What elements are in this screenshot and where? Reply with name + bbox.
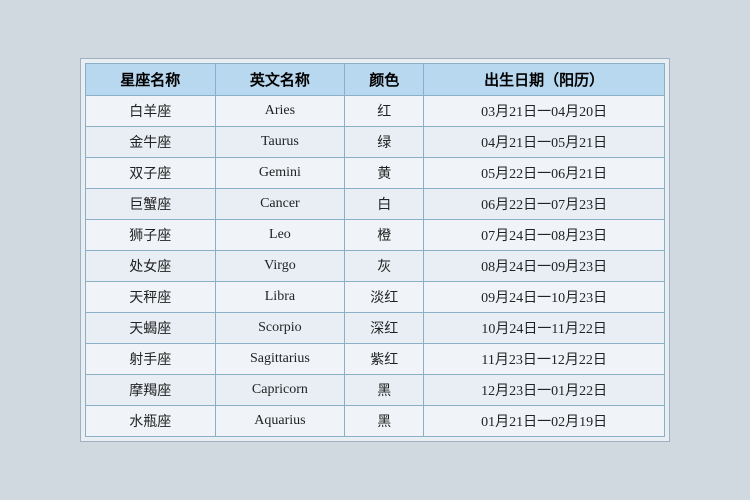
table-row: 射手座Sagittarius紫红11月23日一12月22日: [86, 344, 665, 375]
cell-5-0: 处女座: [86, 251, 216, 282]
table-row: 狮子座Leo橙07月24日一08月23日: [86, 220, 665, 251]
table-header-row: 星座名称英文名称颜色出生日期（阳历）: [86, 64, 665, 96]
cell-2-0: 双子座: [86, 158, 216, 189]
cell-1-0: 金牛座: [86, 127, 216, 158]
cell-8-3: 11月23日一12月22日: [424, 344, 665, 375]
cell-0-2: 红: [345, 96, 424, 127]
cell-3-2: 白: [345, 189, 424, 220]
cell-10-3: 01月21日一02月19日: [424, 406, 665, 437]
col-header-1: 英文名称: [215, 64, 345, 96]
cell-2-2: 黄: [345, 158, 424, 189]
cell-7-0: 天蝎座: [86, 313, 216, 344]
cell-10-1: Aquarius: [215, 406, 345, 437]
table-row: 水瓶座Aquarius黑01月21日一02月19日: [86, 406, 665, 437]
col-header-0: 星座名称: [86, 64, 216, 96]
cell-3-3: 06月22日一07月23日: [424, 189, 665, 220]
table-row: 金牛座Taurus绿04月21日一05月21日: [86, 127, 665, 158]
cell-4-0: 狮子座: [86, 220, 216, 251]
cell-9-0: 摩羯座: [86, 375, 216, 406]
cell-5-1: Virgo: [215, 251, 345, 282]
cell-2-1: Gemini: [215, 158, 345, 189]
cell-6-2: 淡红: [345, 282, 424, 313]
table-row: 白羊座Aries红03月21日一04月20日: [86, 96, 665, 127]
cell-6-3: 09月24日一10月23日: [424, 282, 665, 313]
cell-10-0: 水瓶座: [86, 406, 216, 437]
table-row: 天蝎座Scorpio深红10月24日一11月22日: [86, 313, 665, 344]
cell-2-3: 05月22日一06月21日: [424, 158, 665, 189]
cell-10-2: 黑: [345, 406, 424, 437]
cell-5-3: 08月24日一09月23日: [424, 251, 665, 282]
table-row: 天秤座Libra淡红09月24日一10月23日: [86, 282, 665, 313]
cell-1-1: Taurus: [215, 127, 345, 158]
cell-1-3: 04月21日一05月21日: [424, 127, 665, 158]
cell-4-1: Leo: [215, 220, 345, 251]
cell-8-1: Sagittarius: [215, 344, 345, 375]
cell-9-2: 黑: [345, 375, 424, 406]
cell-6-0: 天秤座: [86, 282, 216, 313]
cell-9-3: 12月23日一01月22日: [424, 375, 665, 406]
zodiac-table-container: 星座名称英文名称颜色出生日期（阳历） 白羊座Aries红03月21日一04月20…: [80, 58, 670, 442]
cell-6-1: Libra: [215, 282, 345, 313]
table-row: 处女座Virgo灰08月24日一09月23日: [86, 251, 665, 282]
cell-7-2: 深红: [345, 313, 424, 344]
cell-0-0: 白羊座: [86, 96, 216, 127]
col-header-3: 出生日期（阳历）: [424, 64, 665, 96]
cell-4-2: 橙: [345, 220, 424, 251]
cell-7-1: Scorpio: [215, 313, 345, 344]
cell-0-3: 03月21日一04月20日: [424, 96, 665, 127]
cell-7-3: 10月24日一11月22日: [424, 313, 665, 344]
table-row: 双子座Gemini黄05月22日一06月21日: [86, 158, 665, 189]
table-row: 巨蟹座Cancer白06月22日一07月23日: [86, 189, 665, 220]
cell-3-0: 巨蟹座: [86, 189, 216, 220]
zodiac-table: 星座名称英文名称颜色出生日期（阳历） 白羊座Aries红03月21日一04月20…: [85, 63, 665, 437]
cell-4-3: 07月24日一08月23日: [424, 220, 665, 251]
cell-9-1: Capricorn: [215, 375, 345, 406]
cell-3-1: Cancer: [215, 189, 345, 220]
col-header-2: 颜色: [345, 64, 424, 96]
cell-8-2: 紫红: [345, 344, 424, 375]
cell-0-1: Aries: [215, 96, 345, 127]
cell-8-0: 射手座: [86, 344, 216, 375]
cell-1-2: 绿: [345, 127, 424, 158]
table-body: 白羊座Aries红03月21日一04月20日金牛座Taurus绿04月21日一0…: [86, 96, 665, 437]
cell-5-2: 灰: [345, 251, 424, 282]
table-row: 摩羯座Capricorn黑12月23日一01月22日: [86, 375, 665, 406]
